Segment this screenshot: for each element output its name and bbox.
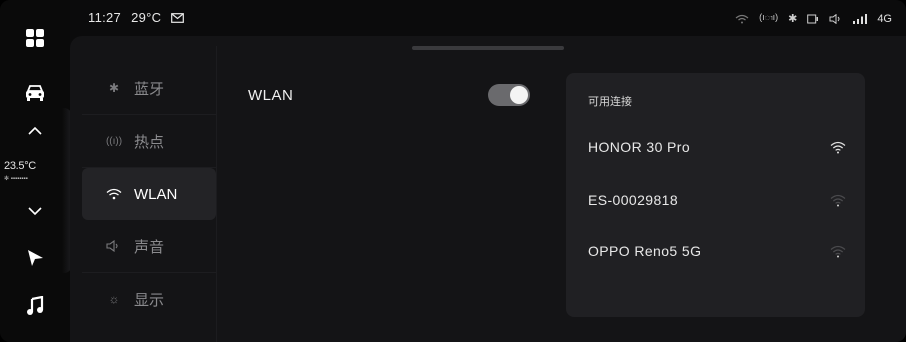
network-type: 4G bbox=[877, 12, 892, 25]
status-right: (ıၢı) ✱ 4G bbox=[735, 12, 892, 25]
fan-speed-indicator: ✻ ▪▪▪▪▪▪▪▪ bbox=[4, 176, 28, 182]
hotspot-icon: ((ı)) bbox=[105, 135, 123, 147]
settings-panel: ✱ 蓝牙 ((ı)) 热点 WLAN 声音 ☼ 显示 WLAN 可用连接 HON… bbox=[70, 36, 906, 342]
menu-item-label: 蓝牙 bbox=[134, 80, 165, 98]
sound-icon bbox=[102, 240, 126, 252]
outside-temperature: 29°C bbox=[131, 10, 162, 25]
menu-item-display[interactable]: ☼ 显示 bbox=[82, 273, 216, 325]
clock: 11:27 bbox=[88, 10, 122, 25]
network-row[interactable]: HONOR 30 Pro bbox=[588, 137, 846, 157]
apps-grid-icon bbox=[26, 29, 44, 47]
screen: 23.5°C ✻ ▪▪▪▪▪▪▪▪ 11:27 29°C (ıၢı) ✱ 4G … bbox=[0, 0, 906, 342]
screen-icon bbox=[807, 14, 819, 23]
available-networks-card: 可用连接 HONOR 30 Pro ES-00029818 OPPO Reno5… bbox=[566, 73, 865, 317]
chevron-up-icon bbox=[28, 126, 42, 135]
car-button[interactable] bbox=[0, 84, 70, 102]
network-name: OPPO Reno5 5G bbox=[588, 243, 702, 259]
wifi-icon bbox=[102, 188, 126, 200]
menu-item-label: 热点 bbox=[134, 133, 165, 151]
apps-grid-button[interactable] bbox=[0, 28, 70, 48]
settings-menu: ✱ 蓝牙 ((ı)) 热点 WLAN 声音 ☼ 显示 bbox=[82, 62, 216, 325]
network-name: HONOR 30 Pro bbox=[588, 139, 691, 155]
status-left: 11:27 29°C bbox=[88, 10, 185, 25]
wlan-toggle-label: WLAN bbox=[248, 87, 294, 104]
network-row[interactable]: OPPO Reno5 5G bbox=[588, 241, 846, 261]
bluetooth-icon: ✱ bbox=[788, 13, 798, 25]
menu-item-label: WLAN bbox=[134, 185, 178, 203]
toggle-knob bbox=[510, 86, 528, 104]
status-bar: 11:27 29°C (ıၢı) ✱ 4G bbox=[70, 0, 906, 36]
network-name: ES-00029818 bbox=[588, 192, 679, 208]
temp-down-button[interactable] bbox=[0, 206, 70, 216]
drag-handle[interactable] bbox=[412, 46, 564, 50]
climate-temp-value: 23.5°C bbox=[4, 160, 36, 172]
menu-item-wlan[interactable]: WLAN bbox=[82, 168, 216, 220]
brightness-icon: ☼ bbox=[108, 292, 120, 306]
menu-divider bbox=[216, 46, 217, 342]
wifi-signal-weak-icon bbox=[830, 193, 846, 207]
music-button[interactable] bbox=[0, 296, 70, 316]
menu-item-bluetooth[interactable]: ✱ 蓝牙 bbox=[82, 62, 216, 115]
wifi-icon bbox=[735, 14, 749, 23]
menu-item-label: 声音 bbox=[134, 238, 165, 256]
navigation-icon bbox=[28, 250, 43, 266]
available-networks-title: 可用连接 bbox=[588, 96, 632, 108]
volume-icon bbox=[829, 13, 840, 24]
car-icon bbox=[26, 85, 44, 101]
bluetooth-icon: ✱ bbox=[108, 81, 120, 95]
wifi-signal-strong-icon bbox=[830, 140, 846, 154]
menu-item-hotspot[interactable]: ((ı)) 热点 bbox=[82, 115, 216, 168]
mail-icon bbox=[171, 12, 185, 23]
wlan-toggle[interactable] bbox=[488, 84, 530, 106]
left-rail: 23.5°C ✻ ▪▪▪▪▪▪▪▪ bbox=[0, 0, 72, 342]
menu-item-label: 显示 bbox=[134, 291, 165, 309]
temp-up-button[interactable] bbox=[0, 126, 70, 136]
wifi-signal-weak-icon bbox=[830, 244, 846, 258]
signal-icon bbox=[853, 13, 868, 24]
menu-item-sound[interactable]: 声音 bbox=[82, 220, 216, 273]
climate-temperature: 23.5°C ✻ ▪▪▪▪▪▪▪▪ bbox=[4, 160, 70, 198]
network-row[interactable]: ES-00029818 bbox=[588, 190, 846, 210]
chevron-down-icon bbox=[28, 207, 42, 216]
hotspot-icon: (ıၢı) bbox=[759, 12, 779, 22]
navigation-button[interactable] bbox=[0, 248, 70, 268]
music-icon bbox=[27, 296, 44, 315]
